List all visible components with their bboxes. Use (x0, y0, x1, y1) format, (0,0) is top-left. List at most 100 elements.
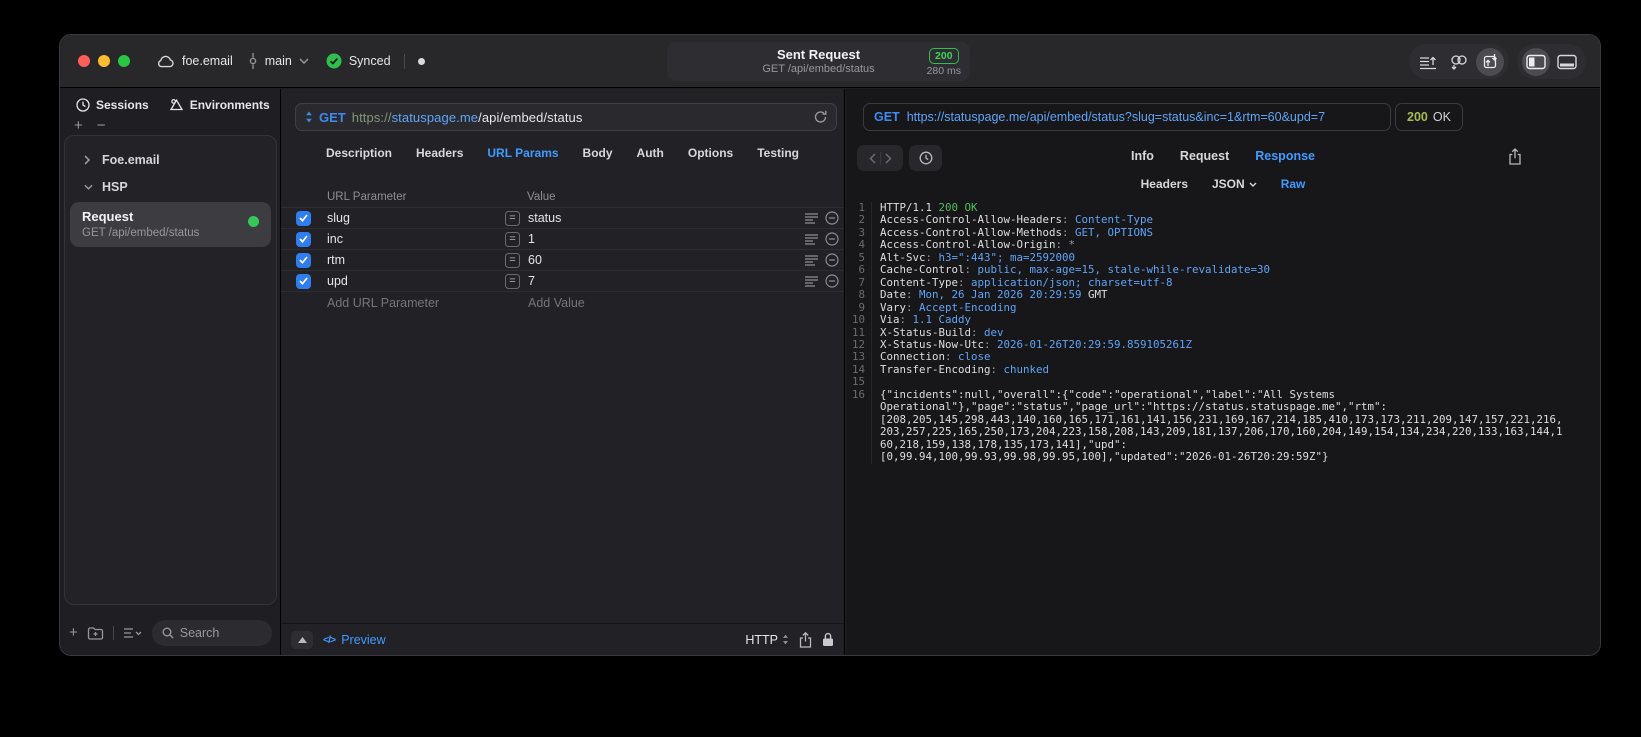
titlebar-divider (403, 53, 405, 69)
tab-body[interactable]: Body (583, 146, 613, 160)
remove-param-icon[interactable] (825, 232, 839, 246)
search-input[interactable]: Search (151, 620, 272, 646)
branch-name[interactable]: main (265, 54, 292, 68)
sidebar-tab-sessions[interactable]: Sessions (76, 98, 149, 112)
request-tree-panel: Foe.email HSP Request GET /api/embed/sta… (64, 135, 277, 605)
method-selector-icon[interactable] (305, 111, 313, 123)
expand-panel-button[interactable] (291, 630, 313, 649)
align-left-icon[interactable] (805, 275, 818, 287)
request-list-send-icon[interactable] (1414, 48, 1442, 76)
tab-info[interactable]: Info (1131, 149, 1154, 163)
param-checkbox[interactable] (296, 273, 311, 289)
chevron-down-icon[interactable] (299, 58, 309, 64)
import-export-icon[interactable] (1476, 47, 1504, 76)
share-icon[interactable] (799, 631, 812, 648)
add-session-button[interactable]: + (74, 118, 83, 133)
protocol-selector[interactable]: HTTP (745, 633, 789, 647)
param-name[interactable]: rtm (327, 253, 505, 267)
url-host: statuspage.me (391, 109, 479, 125)
new-folder-icon[interactable] (87, 626, 104, 640)
bottom-panel-toggle-icon[interactable] (1553, 48, 1581, 76)
param-row-rtm[interactable]: rtm = 60 (281, 250, 844, 271)
param-value[interactable]: 7 (528, 274, 805, 288)
subtab-json-selector[interactable]: JSON (1212, 177, 1257, 191)
request-url-bar[interactable]: GET https://statuspage.me/api/embed/stat… (295, 103, 837, 131)
tab-testing[interactable]: Testing (757, 146, 799, 160)
line-number (846, 413, 872, 427)
project-name[interactable]: foe.email (182, 54, 233, 68)
response-nav-bar: Info Request Response (846, 145, 1600, 171)
request-method[interactable]: GET (319, 110, 346, 125)
close-window-button[interactable] (78, 55, 90, 67)
sent-request-url[interactable]: GET https://statuspage.me/api/embed/stat… (863, 103, 1391, 131)
line-number: 6 (846, 263, 872, 277)
param-name[interactable]: inc (327, 232, 505, 246)
param-checkbox[interactable] (296, 231, 311, 247)
tab-options[interactable]: Options (688, 146, 733, 160)
code-icon: </> (323, 633, 336, 646)
tree-group-foe-email[interactable]: Foe.email (65, 146, 276, 173)
tab-response[interactable]: Response (1255, 149, 1315, 163)
subtab-raw[interactable]: Raw (1281, 177, 1306, 191)
param-checkbox[interactable] (296, 252, 311, 268)
branch-icon (248, 53, 258, 69)
sidebar-request-item[interactable]: Request GET /api/embed/status (70, 202, 271, 247)
tab-description[interactable]: Description (326, 146, 392, 160)
param-checkbox[interactable] (296, 210, 311, 226)
tree-group-label: Foe.email (102, 152, 160, 167)
response-viewer-pane: GET https://statuspage.me/api/embed/stat… (846, 89, 1600, 655)
remove-param-icon[interactable] (825, 253, 839, 267)
left-panel-toggle-icon[interactable] (1522, 47, 1550, 76)
chevron-down-icon[interactable] (84, 184, 93, 190)
new-request-button[interactable]: + (69, 625, 78, 640)
sync-check-icon (326, 53, 342, 69)
params-header-row: URL Parameter Value (281, 187, 844, 208)
status-code-badge: 200 (929, 48, 959, 64)
add-param-row[interactable]: Add URL Parameter Add Value (281, 292, 844, 313)
sidebar-tab-environments[interactable]: Environments (169, 98, 270, 112)
add-param-name-placeholder[interactable]: Add URL Parameter (327, 296, 528, 310)
preview-button[interactable]: </> Preview (323, 633, 386, 647)
param-value[interactable]: 1 (528, 232, 805, 246)
align-left-icon[interactable] (805, 254, 818, 266)
column-header-name: URL Parameter (327, 191, 407, 203)
subtab-headers[interactable]: Headers (1141, 177, 1188, 191)
refresh-icon[interactable] (814, 110, 827, 124)
tab-headers[interactable]: Headers (416, 146, 463, 160)
response-subtabs: Headers JSON Raw (846, 177, 1600, 191)
param-row-upd[interactable]: upd = 7 (281, 271, 844, 292)
request-tabs: Description Headers URL Params Body Auth… (281, 146, 844, 160)
param-value[interactable]: status (528, 211, 805, 225)
remove-session-button[interactable]: − (97, 118, 106, 133)
tab-request[interactable]: Request (1180, 149, 1229, 163)
minimize-window-button[interactable] (98, 55, 110, 67)
sync-status-label[interactable]: Synced (349, 54, 391, 68)
tree-group-hsp[interactable]: HSP (65, 173, 276, 200)
toolbar-group-layout (1517, 44, 1586, 79)
lock-icon[interactable] (822, 632, 834, 647)
remove-param-icon[interactable] (825, 211, 839, 225)
param-name[interactable]: slug (327, 211, 505, 225)
param-name[interactable]: upd (327, 274, 505, 288)
sidebar: Sessions Environments + − Foe.email HSP … (60, 89, 281, 655)
link-sync-icon[interactable] (1445, 48, 1473, 76)
param-value[interactable]: 60 (528, 253, 805, 267)
param-row-inc[interactable]: inc = 1 (281, 229, 844, 250)
sort-options-icon[interactable] (123, 627, 143, 639)
align-left-icon[interactable] (805, 212, 818, 224)
chevron-right-icon[interactable] (84, 154, 93, 165)
tab-auth[interactable]: Auth (637, 146, 664, 160)
response-status-box: 200 OK (1395, 103, 1463, 131)
zoom-window-button[interactable] (118, 55, 130, 67)
align-left-icon[interactable] (805, 233, 818, 245)
param-row-slug[interactable]: slug = status (281, 208, 844, 229)
request-summary-pill[interactable]: Sent Request GET /api/embed/status 200 2… (667, 42, 970, 81)
protocol-label: HTTP (745, 632, 778, 647)
line-number (846, 401, 872, 414)
line-number (846, 426, 872, 439)
request-item-title: Request (82, 209, 134, 224)
remove-param-icon[interactable] (825, 274, 839, 288)
add-param-value-placeholder[interactable]: Add Value (528, 296, 585, 310)
tab-url-params[interactable]: URL Params (487, 146, 558, 160)
export-response-icon[interactable] (1508, 148, 1522, 165)
